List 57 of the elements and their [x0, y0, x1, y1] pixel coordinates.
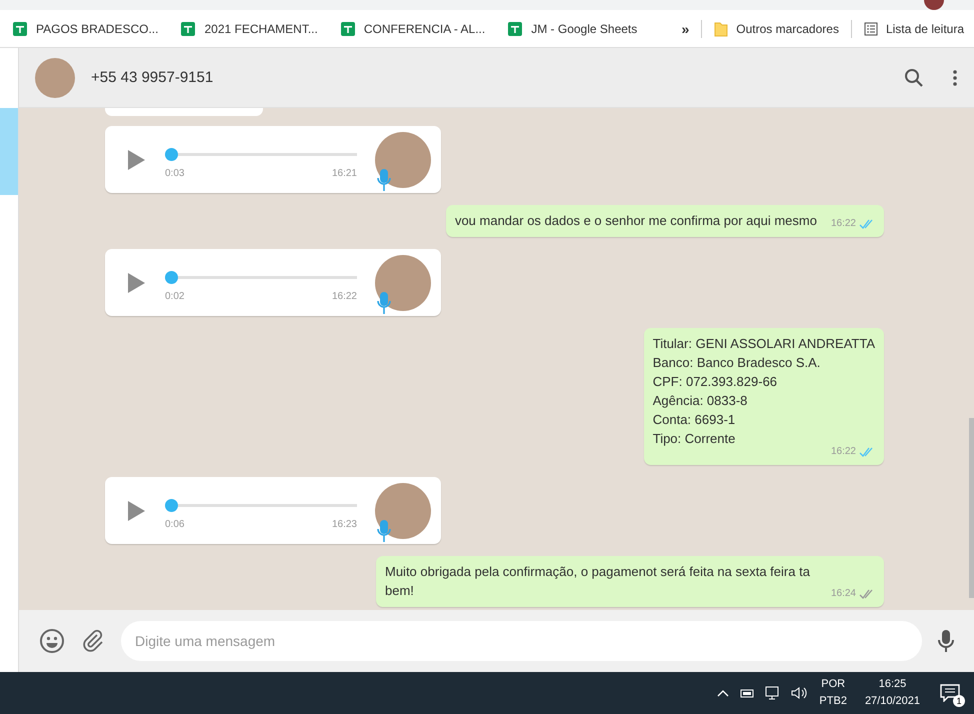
message-time: 16:24	[830, 588, 856, 600]
reading-list-button[interactable]: Lista de leitura	[864, 22, 964, 36]
battery-icon[interactable]	[739, 687, 756, 700]
message-time: 16:23	[332, 518, 357, 530]
spreadsheet-icon	[12, 20, 28, 36]
notification-count: 1	[953, 695, 965, 708]
voice-record-button[interactable]	[938, 629, 954, 654]
message-text: vou mandar os dados e o senhor me confirma por aqui mesmo	[454, 212, 817, 230]
play-icon	[126, 500, 146, 522]
emoji-button[interactable]	[39, 628, 65, 654]
more-bookmarks-button[interactable]: »	[681, 20, 690, 36]
play-button[interactable]	[125, 272, 147, 294]
spreadsheet-icon	[507, 20, 524, 36]
message-time: 16:22	[830, 446, 856, 458]
speaker-icon[interactable]	[791, 686, 810, 700]
bookmark-folder[interactable]: Outros marcadores	[714, 20, 839, 36]
message-time: 16:21	[332, 168, 357, 178]
play-button[interactable]	[125, 148, 147, 170]
bookmark-link[interactable]: 2021 FECHAMENT...	[180, 20, 318, 36]
message-text: CPF: 072.393.829-66	[652, 373, 778, 391]
message-time: 16:22	[830, 218, 856, 230]
audio-progress-thumb[interactable]	[165, 270, 178, 284]
play-button[interactable]	[125, 500, 147, 522]
message-input[interactable]: Digite uma mensagem	[121, 621, 922, 662]
message-text: Banco: Banco Bradesco S.A.	[652, 354, 822, 372]
folder-icon	[714, 20, 728, 36]
message-text: Titular: GENI ASSOLARI ANDREATTA	[652, 335, 875, 353]
spreadsheet-icon	[340, 20, 356, 36]
message-text: Tipo: Corrente	[652, 430, 736, 448]
scrollbar[interactable]	[969, 418, 974, 598]
attach-button[interactable]	[81, 629, 105, 654]
message-text: Conta: 6693-1	[652, 411, 736, 429]
menu-button[interactable]	[952, 68, 958, 86]
play-icon	[126, 148, 146, 170]
audio-duration: 0:06	[165, 518, 184, 530]
spreadsheet-icon	[180, 20, 196, 36]
profile-avatar[interactable]	[924, 0, 944, 10]
microphone-icon	[377, 290, 391, 314]
microphone-icon	[377, 168, 391, 192]
notification-icon[interactable]	[940, 684, 960, 702]
bookmark-link[interactable]: JM - Google Sheets	[507, 20, 638, 36]
audio-progress-thumb[interactable]	[165, 148, 178, 160]
message-time: 16:22	[332, 290, 357, 302]
language-indicator[interactable]: POR PTB2	[819, 676, 847, 710]
search-button[interactable]	[904, 68, 924, 88]
message-text: Muito obrigada pela confirmação, o pagamenot será feita na sexta feira ta bem!	[385, 563, 811, 600]
bookmark-link[interactable]: PAGOS BRADESCO...	[12, 20, 158, 36]
list-icon	[864, 22, 878, 36]
microphone-icon	[377, 518, 391, 542]
clock[interactable]: 16:25 27/10/2021	[864, 676, 920, 710]
audio-duration: 0:02	[165, 290, 184, 302]
message-text: Agência: 0833-8	[652, 392, 748, 410]
audio-duration: 0:03	[165, 168, 184, 178]
audio-progress-thumb[interactable]	[165, 498, 178, 512]
bookmark-link[interactable]: CONFERENCIA - AL...	[340, 20, 486, 36]
chevron-up-icon[interactable]	[717, 689, 730, 698]
play-icon	[126, 272, 146, 294]
